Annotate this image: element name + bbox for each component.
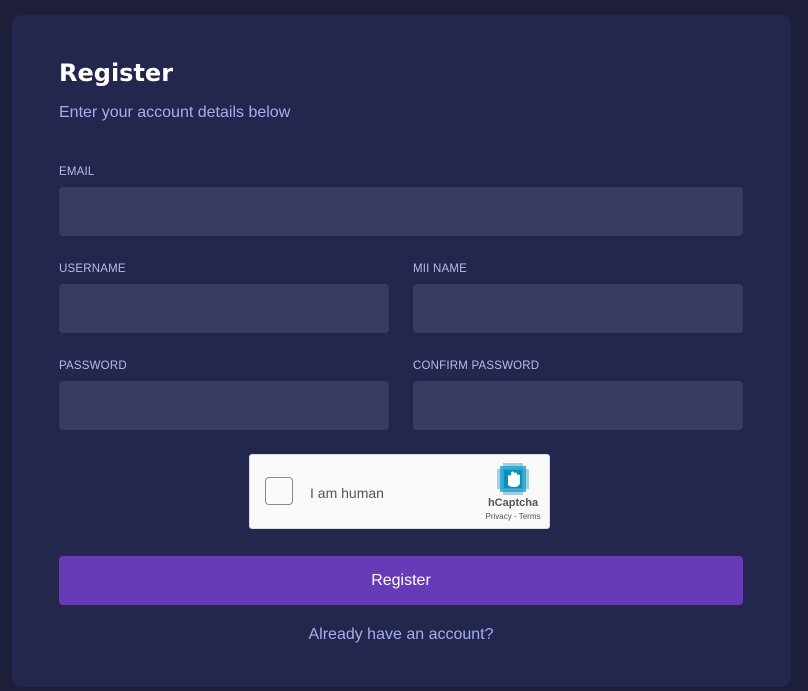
page-subtitle: Enter your account details below bbox=[59, 104, 291, 121]
captcha-brand: hCaptcha bbox=[487, 497, 539, 509]
username-label: USERNAME bbox=[59, 263, 126, 275]
captcha-checkbox[interactable] bbox=[265, 477, 293, 505]
username-field[interactable] bbox=[59, 284, 389, 333]
captcha-privacy-link[interactable]: Privacy bbox=[486, 512, 512, 521]
mii-name-field[interactable] bbox=[413, 284, 743, 333]
login-link[interactable]: Already have an account? bbox=[59, 626, 743, 644]
page-title: Register bbox=[59, 59, 174, 87]
password-label: PASSWORD bbox=[59, 360, 127, 372]
register-card: Register Enter your account details belo… bbox=[12, 15, 791, 687]
password-field[interactable] bbox=[59, 381, 389, 430]
confirm-password-label: CONFIRM PASSWORD bbox=[413, 360, 540, 372]
captcha-links: Privacy - Terms bbox=[471, 512, 555, 521]
register-button[interactable]: Register bbox=[59, 556, 743, 605]
email-label: EMAIL bbox=[59, 166, 95, 178]
captcha-link-separator: - bbox=[511, 512, 519, 521]
captcha-widget: I am human hCaptcha Privacy - Terms bbox=[249, 454, 550, 529]
confirm-password-field[interactable] bbox=[413, 381, 743, 430]
email-field[interactable] bbox=[59, 187, 743, 236]
captcha-label: I am human bbox=[310, 485, 384, 501]
hcaptcha-logo-icon bbox=[497, 463, 529, 495]
mii-name-label: MII NAME bbox=[413, 263, 467, 275]
captcha-terms-link[interactable]: Terms bbox=[519, 512, 541, 521]
